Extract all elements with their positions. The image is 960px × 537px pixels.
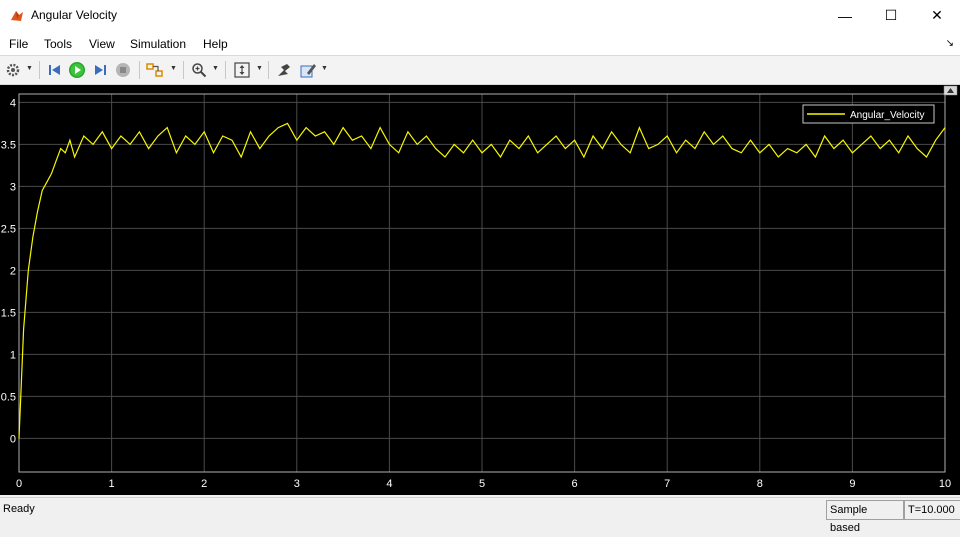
x-tick-label: 5 [479, 478, 485, 490]
highlight-dropdown-icon[interactable]: ▼ [170, 65, 177, 72]
close-button[interactable]: ✕ [914, 0, 960, 31]
step-forward-icon[interactable] [90, 60, 110, 80]
x-tick-label: 1 [109, 478, 115, 490]
y-tick-label: 0 [10, 433, 16, 445]
toolbar: ▼ ▼ ▼ ▼ ▼ [0, 55, 960, 85]
y-tick-label: 3 [10, 181, 16, 193]
stop-icon[interactable] [113, 60, 133, 80]
menu-file[interactable]: File [9, 37, 28, 51]
menu-view[interactable]: View [89, 37, 115, 51]
settings-dropdown-icon[interactable]: ▼ [26, 65, 33, 72]
zoom-icon[interactable] [189, 60, 209, 80]
toolbar-separator [39, 61, 40, 79]
x-tick-label: 4 [386, 478, 392, 490]
autoscale-icon[interactable] [232, 60, 252, 80]
title-bar: Angular Velocity — ☐ ✕ [0, 0, 960, 31]
run-icon[interactable] [67, 60, 87, 80]
grid-lines [18, 94, 946, 472]
minimize-icon: — [838, 7, 852, 24]
y-tick-labels: 0 0.5 1 1.5 2 2.5 3 3.5 4 [1, 97, 16, 445]
legend-label: Angular_Velocity [850, 110, 925, 121]
y-tick-label: 0.5 [1, 391, 16, 403]
y-tick-label: 1.5 [1, 307, 16, 319]
x-tick-label: 6 [572, 478, 578, 490]
toolbar-separator [183, 61, 184, 79]
menu-tools[interactable]: Tools [44, 37, 72, 51]
maximize-button[interactable]: ☐ [868, 0, 914, 31]
axes-settings-icon[interactable] [274, 60, 294, 80]
toolbar-separator [268, 61, 269, 79]
x-tick-labels: 0 1 2 3 4 5 6 7 8 9 10 [16, 478, 951, 490]
step-back-icon[interactable] [45, 60, 65, 80]
menu-bar: File Tools View Simulation Help ↘ [0, 31, 960, 55]
menu-simulation[interactable]: Simulation [130, 37, 186, 51]
x-tick-label: 3 [294, 478, 300, 490]
x-tick-label: 0 [16, 478, 22, 490]
legend[interactable]: Angular_Velocity [802, 104, 935, 124]
zoom-dropdown-icon[interactable]: ▼ [212, 65, 219, 72]
y-tick-label: 3.5 [1, 139, 16, 151]
x-tick-label: 8 [757, 478, 763, 490]
y-tick-label: 4 [10, 97, 16, 109]
status-text: Ready [3, 503, 35, 515]
toolbar-separator [139, 61, 140, 79]
style-dropdown-icon[interactable]: ▼ [321, 65, 328, 72]
window-title: Angular Velocity [31, 8, 118, 22]
scope-chart[interactable]: 0 0.5 1 1.5 2 2.5 3 3.5 4 0 1 2 3 4 5 6 7 8 9 10 Angular_V… [0, 85, 960, 495]
gear-icon[interactable] [3, 60, 23, 80]
dock-arrow-icon[interactable]: ↘ [946, 38, 954, 49]
y-tick-label: 1 [10, 349, 16, 361]
toolbar-separator [225, 61, 226, 79]
status-bar: Ready Sample based T=10.000 [0, 497, 960, 534]
maximize-icon: ☐ [884, 7, 898, 23]
scope-plot-area[interactable]: 0 0.5 1 1.5 2 2.5 3 3.5 4 0 1 2 3 4 5 6 7 8 9 10 Angular_V… [0, 85, 960, 495]
close-icon: ✕ [931, 7, 943, 23]
autoscale-dropdown-icon[interactable]: ▼ [256, 65, 263, 72]
y-tick-label: 2.5 [1, 223, 16, 235]
matlab-app-icon [9, 8, 25, 24]
undock-plot-button[interactable] [943, 85, 958, 96]
x-tick-label: 9 [849, 478, 855, 490]
minimize-button[interactable]: — [822, 0, 868, 31]
x-tick-label: 2 [201, 478, 207, 490]
style-icon[interactable] [298, 60, 318, 80]
menu-help[interactable]: Help [203, 37, 228, 51]
highlight-block-icon[interactable] [145, 60, 165, 80]
x-tick-label: 7 [664, 478, 670, 490]
sample-mode-indicator: Sample based [826, 500, 904, 534]
simulation-time-indicator: T=10.000 [904, 500, 960, 520]
x-tick-label: 10 [939, 478, 951, 490]
y-tick-label: 2 [10, 265, 16, 277]
